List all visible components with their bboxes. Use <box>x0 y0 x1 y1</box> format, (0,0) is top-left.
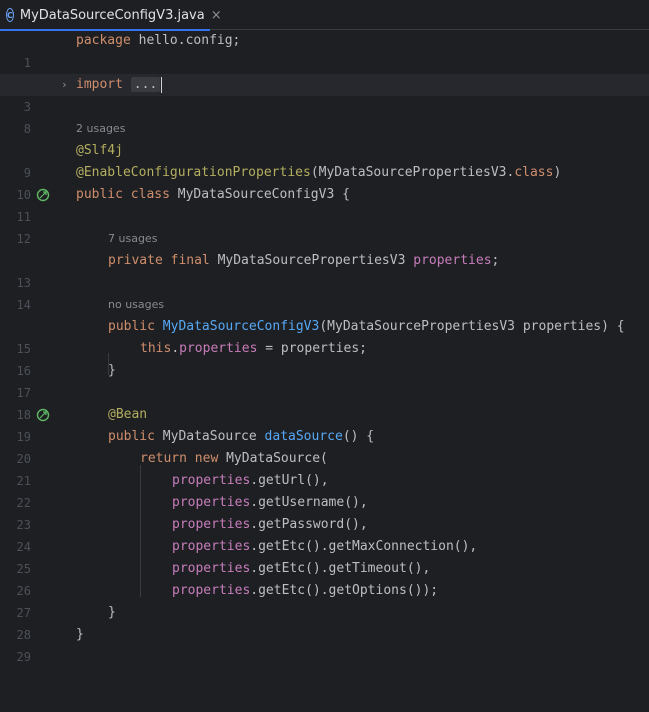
code-text: MyDataSourcePropertiesV3 <box>209 253 414 268</box>
code-text: .getPassword(), <box>250 517 368 532</box>
code-line: 23 properties.getUsername(), <box>0 492 649 532</box>
code-text: .getEtc().getTimeout(), <box>250 561 431 576</box>
method-declaration: dataSource <box>264 429 343 444</box>
code-line: 13 private final MyDataSourcePropertiesV… <box>0 250 649 290</box>
code-line: 21 return new MyDataSource( <box>0 448 649 488</box>
line-number: 14 <box>16 298 31 312</box>
code-text: .getUrl(), <box>250 473 329 488</box>
keyword: this <box>140 341 172 356</box>
line-number: 29 <box>16 650 31 664</box>
code-editor[interactable]: 1 package hello.config; 2 3 › import ...… <box>0 30 649 664</box>
code-line: 16 this.properties = properties; <box>0 338 649 378</box>
keyword: public class <box>76 187 170 202</box>
code-line: 20 public MyDataSource dataSource() { <box>0 426 649 466</box>
field: properties <box>172 583 251 598</box>
code-line: 25 properties.getEtc().getMaxConnection(… <box>0 536 649 576</box>
field: properties <box>413 253 492 268</box>
keyword: public <box>108 319 155 334</box>
code-line: 11 public class MyDataSourceConfigV3 { <box>0 184 649 224</box>
code-line: 19 @Bean <box>0 404 649 444</box>
line-number: 8 <box>23 122 31 136</box>
code-text: MyDataSource <box>154 429 265 444</box>
code-text: } <box>76 627 84 642</box>
keyword: import <box>76 77 123 92</box>
annotation: @Bean <box>108 407 148 422</box>
field: properties <box>172 561 251 576</box>
code-text: .getEtc().getMaxConnection(), <box>250 539 478 554</box>
field: properties <box>172 539 251 554</box>
method-declaration: MyDataSourceConfigV3 <box>162 319 320 334</box>
usages-hint[interactable]: no usages <box>108 294 164 316</box>
code-line: 17 } <box>0 360 649 400</box>
code-line: 18 <box>0 382 649 422</box>
code-line: 28 } <box>0 602 649 642</box>
editor-tab-bar: C MyDataSourceConfigV3.java × <box>0 0 649 31</box>
text-caret <box>161 76 163 93</box>
annotation: @EnableConfigurationProperties <box>76 165 311 180</box>
code-text: } <box>108 363 116 378</box>
code-text: (MyDataSourcePropertiesV3. <box>310 165 515 180</box>
folded-imports[interactable]: ... <box>130 77 161 92</box>
field: properties <box>172 473 251 488</box>
code-line: 24 properties.getPassword(), <box>0 514 649 554</box>
code-line: 2 <box>0 52 649 92</box>
keyword: class <box>514 165 554 180</box>
code-text: MyDataSourceConfigV3 { <box>169 187 350 202</box>
code-line: 1 package hello.config; <box>0 30 649 70</box>
tab-label: MyDataSourceConfigV3.java <box>19 7 205 23</box>
close-icon[interactable]: × <box>211 8 222 23</box>
field: properties <box>172 517 251 532</box>
code-text: . <box>171 341 180 356</box>
code-text: .getUsername(), <box>250 495 368 510</box>
code-line: 15 public MyDataSourceConfigV3(MyDataSou… <box>0 316 649 356</box>
line-number: 12 <box>16 232 31 246</box>
code-text: = properties; <box>257 341 367 356</box>
field: properties <box>172 495 251 510</box>
code-line: 27 properties.getEtc().getOptions()); <box>0 580 649 620</box>
tab-mydatasourceconfigv3[interactable]: C MyDataSourceConfigV3.java × <box>0 0 222 31</box>
code-text: } <box>108 605 116 620</box>
code-line: 9 @Slf4j <box>0 140 649 180</box>
keyword: package <box>76 33 131 48</box>
code-text: (MyDataSourcePropertiesV3 properties) { <box>319 319 625 334</box>
chevron-right-icon[interactable]: › <box>61 74 68 96</box>
keyword: return new <box>140 451 219 466</box>
usages-hint[interactable]: 7 usages <box>108 228 157 250</box>
code-line: 14 <box>0 272 649 312</box>
spring-bean-icon[interactable] <box>36 408 50 422</box>
code-text: .getEtc().getOptions()); <box>250 583 439 598</box>
usages-hint[interactable]: 2 usages <box>76 118 125 140</box>
field: properties <box>179 341 258 356</box>
code-text: ; <box>491 253 500 268</box>
keyword: private final <box>108 253 210 268</box>
code-text: ) <box>553 165 562 180</box>
spring-bean-icon[interactable] <box>36 188 50 202</box>
code-line: 10 @EnableConfigurationProperties(MyData… <box>0 162 649 202</box>
code-line: 8 <box>0 96 649 136</box>
code-text: MyDataSource( <box>218 451 328 466</box>
code-line: 12 <box>0 206 649 246</box>
java-class-icon: C <box>6 8 14 22</box>
annotation: @Slf4j <box>76 143 123 158</box>
code-line-current: 3 › import ... <box>0 74 649 114</box>
code-line: 22 properties.getUrl(), <box>0 470 649 510</box>
code-line: 26 properties.getEtc().getTimeout(), <box>0 558 649 598</box>
code-text: () { <box>342 429 375 444</box>
code-text: hello.config; <box>130 33 241 48</box>
keyword: public <box>108 429 155 444</box>
